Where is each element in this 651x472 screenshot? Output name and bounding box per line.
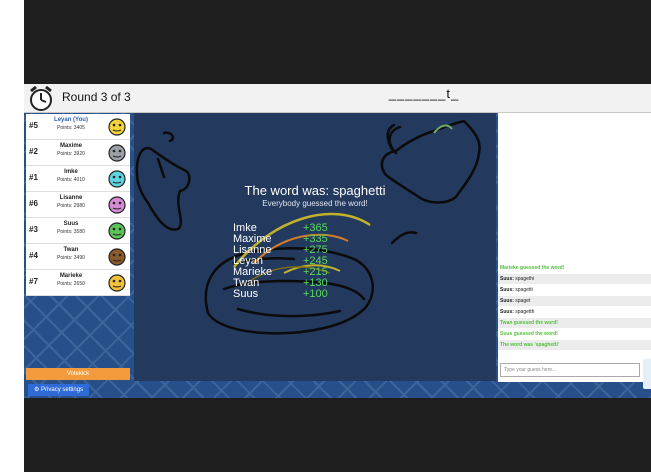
player-row[interactable]: #2 Maxime Points: 3920 [26, 140, 130, 166]
player-list: #5 Leyan (You) Points: 3405 #2 Maxime Points:… [26, 114, 130, 296]
player-rank: #2 [29, 147, 38, 156]
player-points: Points: 2980 [57, 203, 85, 209]
player-points: Points: 3490 [57, 255, 85, 261]
chat-text: spagetti [515, 287, 533, 293]
game-header: Round 3 of 3 _______t_ [24, 84, 651, 113]
chat-message: Marieke guessed the word! [498, 263, 651, 273]
chat-panel: Marieke guessed the word! Suus: spagethi S… [498, 113, 651, 382]
chat-text: spagethi [515, 276, 535, 282]
chat-sender: Suus: [500, 276, 514, 282]
privacy-settings-label: Privacy settings [41, 387, 84, 393]
word-reveal-title: The word was: spaghetti [244, 183, 386, 198]
player-row[interactable]: #5 Leyan (You) Points: 3405 [26, 114, 130, 140]
chat-message: Suus: spagetth [498, 307, 651, 317]
privacy-settings-button[interactable]: ⚙ Privacy settings [28, 384, 90, 396]
player-row[interactable]: #6 Lisanne Points: 2980 [26, 192, 130, 218]
chat-system-text: The word was 'spaghetti' [500, 342, 560, 348]
player-avatar-icon [108, 118, 126, 136]
score-row: Suus +100 [134, 289, 496, 300]
word-hint: _______t_ [388, 86, 460, 101]
bottom-letterbox [24, 398, 651, 472]
drawing-canvas[interactable]: The word was: spaghetti Everybody guesse… [134, 113, 496, 381]
player-points: Points: 3405 [57, 125, 85, 131]
chat-system-text: Marieke guessed the word! [500, 265, 565, 271]
top-letterbox [24, 0, 651, 84]
chat-sender: Suus: [500, 287, 514, 293]
player-row[interactable]: #7 Marieke Points: 2650 [26, 270, 130, 296]
chat-message: Suus: spagethi [498, 274, 651, 284]
score-player-name: Suus [233, 288, 259, 300]
player-points: Points: 4010 [57, 177, 85, 183]
player-name: Suus [63, 221, 79, 227]
player-avatar-icon [108, 144, 126, 162]
word-reveal-subtitle: Everybody guessed the word! [262, 199, 368, 208]
side-tab-button[interactable] [643, 359, 651, 389]
player-avatar-icon [108, 170, 126, 188]
chat-sender: Suus: [500, 298, 514, 304]
chat-text: spagetth [515, 309, 535, 315]
player-name: Leyan (You) [54, 117, 88, 123]
player-name: Lisanne [59, 195, 83, 201]
player-name: Marieke [59, 273, 83, 279]
player-avatar-icon [108, 222, 126, 240]
player-row[interactable]: #3 Suus Points: 3580 [26, 218, 130, 244]
player-rank: #3 [29, 225, 38, 234]
chat-system-text: Twan guessed the word! [500, 320, 558, 326]
player-rank: #1 [29, 173, 38, 182]
player-points: Points: 2650 [57, 281, 85, 287]
chat-text: spaget [515, 298, 531, 304]
player-row[interactable]: #1 Imke Points: 4010 [26, 166, 130, 192]
player-name: Twan [63, 247, 79, 253]
player-avatar-icon [108, 248, 126, 266]
player-row[interactable]: #4 Twan Points: 3490 [26, 244, 130, 270]
game-area: Round 3 of 3 _______t_ #5 Leyan (You) Poin… [24, 84, 651, 398]
chat-sender: Suus: [500, 309, 514, 315]
votekick-button[interactable]: Votekick [26, 368, 130, 380]
gear-icon: ⚙ [34, 387, 42, 393]
player-name: Imke [64, 169, 78, 175]
player-points: Points: 3580 [57, 229, 85, 235]
player-rank: #7 [29, 277, 38, 286]
player-rank: #4 [29, 251, 38, 260]
chat-message: Suus: spaget [498, 296, 651, 306]
chat-input[interactable]: Type your guess here... [500, 363, 640, 377]
score-points: +100 [303, 288, 328, 300]
player-name: Maxime [59, 143, 82, 149]
player-rank: #6 [29, 199, 38, 208]
player-avatar-icon [108, 196, 126, 214]
chat-system-text: Suus guessed the word! [500, 331, 558, 337]
chat-message: Suus: spagetti [498, 285, 651, 295]
player-points: Points: 3920 [57, 151, 85, 157]
chat-message: Twan guessed the word! [498, 318, 651, 328]
chat-message: Suus guessed the word! [498, 329, 651, 339]
player-avatar-icon [108, 274, 126, 292]
player-rank: #5 [29, 121, 38, 130]
chat-message: The word was 'spaghetti' [498, 340, 651, 350]
